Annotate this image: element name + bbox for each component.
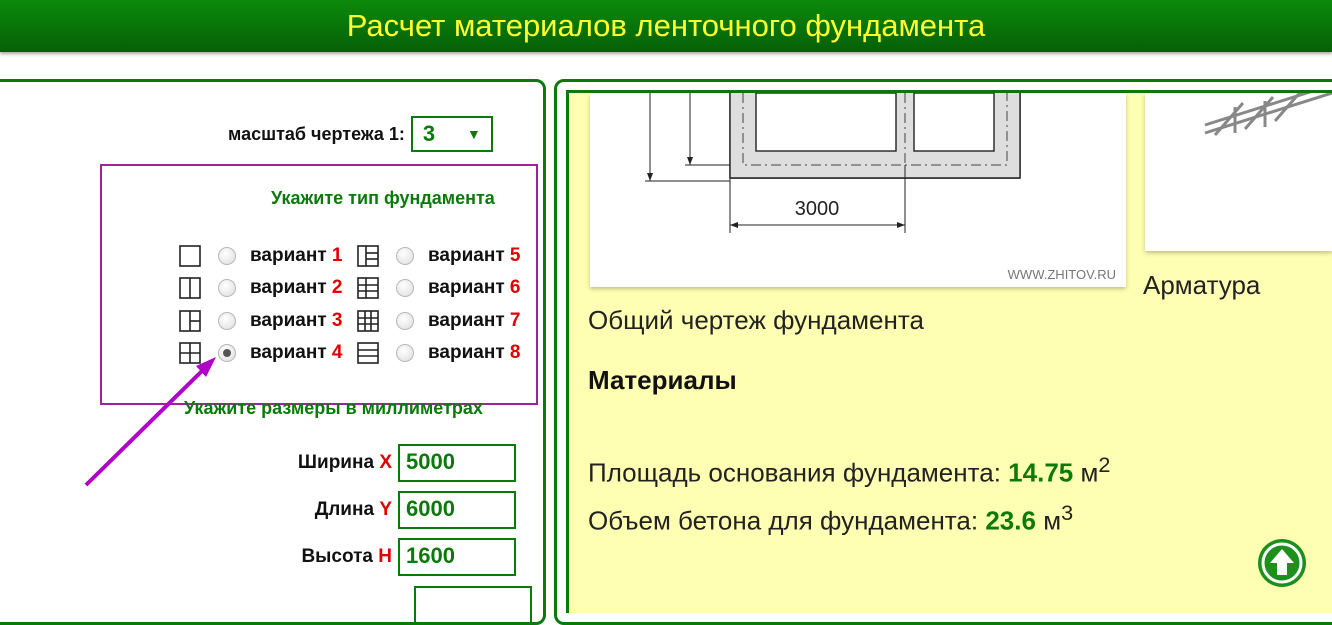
concrete-volume-label: Объем бетона для фундамента: <box>588 505 979 536</box>
base-area-value: 14.75 <box>1008 457 1074 488</box>
concrete-volume-unit: м <box>1043 505 1062 536</box>
concrete-volume-result: Объем бетона для фундамента: 23.6 м3 <box>588 500 1073 537</box>
scroll-top-button[interactable] <box>1258 539 1306 587</box>
base-area-unit: м <box>1080 457 1099 488</box>
base-area-exponent: 2 <box>1098 452 1111 477</box>
foundation-plan-drawing: 3000 WWW.ZHITOV.RU <box>645 92 1116 282</box>
drawing-watermark: WWW.ZHITOV.RU <box>1008 267 1116 282</box>
rebar-mesh-drawing <box>1204 83 1332 136</box>
extra-dimension-input[interactable] <box>414 586 532 624</box>
drawing-caption: Общий чертеж фундамента <box>588 305 924 335</box>
drawing-dimension-label: 3000 <box>795 198 840 220</box>
concrete-volume-value: 23.6 <box>985 505 1036 536</box>
arrow-up-icon <box>1261 542 1303 584</box>
concrete-volume-exponent: 3 <box>1061 500 1074 525</box>
materials-heading: Материалы <box>588 365 737 395</box>
rebar-caption: Арматура <box>1143 270 1261 300</box>
base-area-result: Площадь основания фундамента: 14.75 м2 <box>588 452 1110 489</box>
rebar-image <box>1145 83 1332 251</box>
base-area-label: Площадь основания фундамента: <box>588 457 1001 488</box>
foundation-drawing: 3000 WWW.ZHITOV.RU <box>590 92 1126 287</box>
